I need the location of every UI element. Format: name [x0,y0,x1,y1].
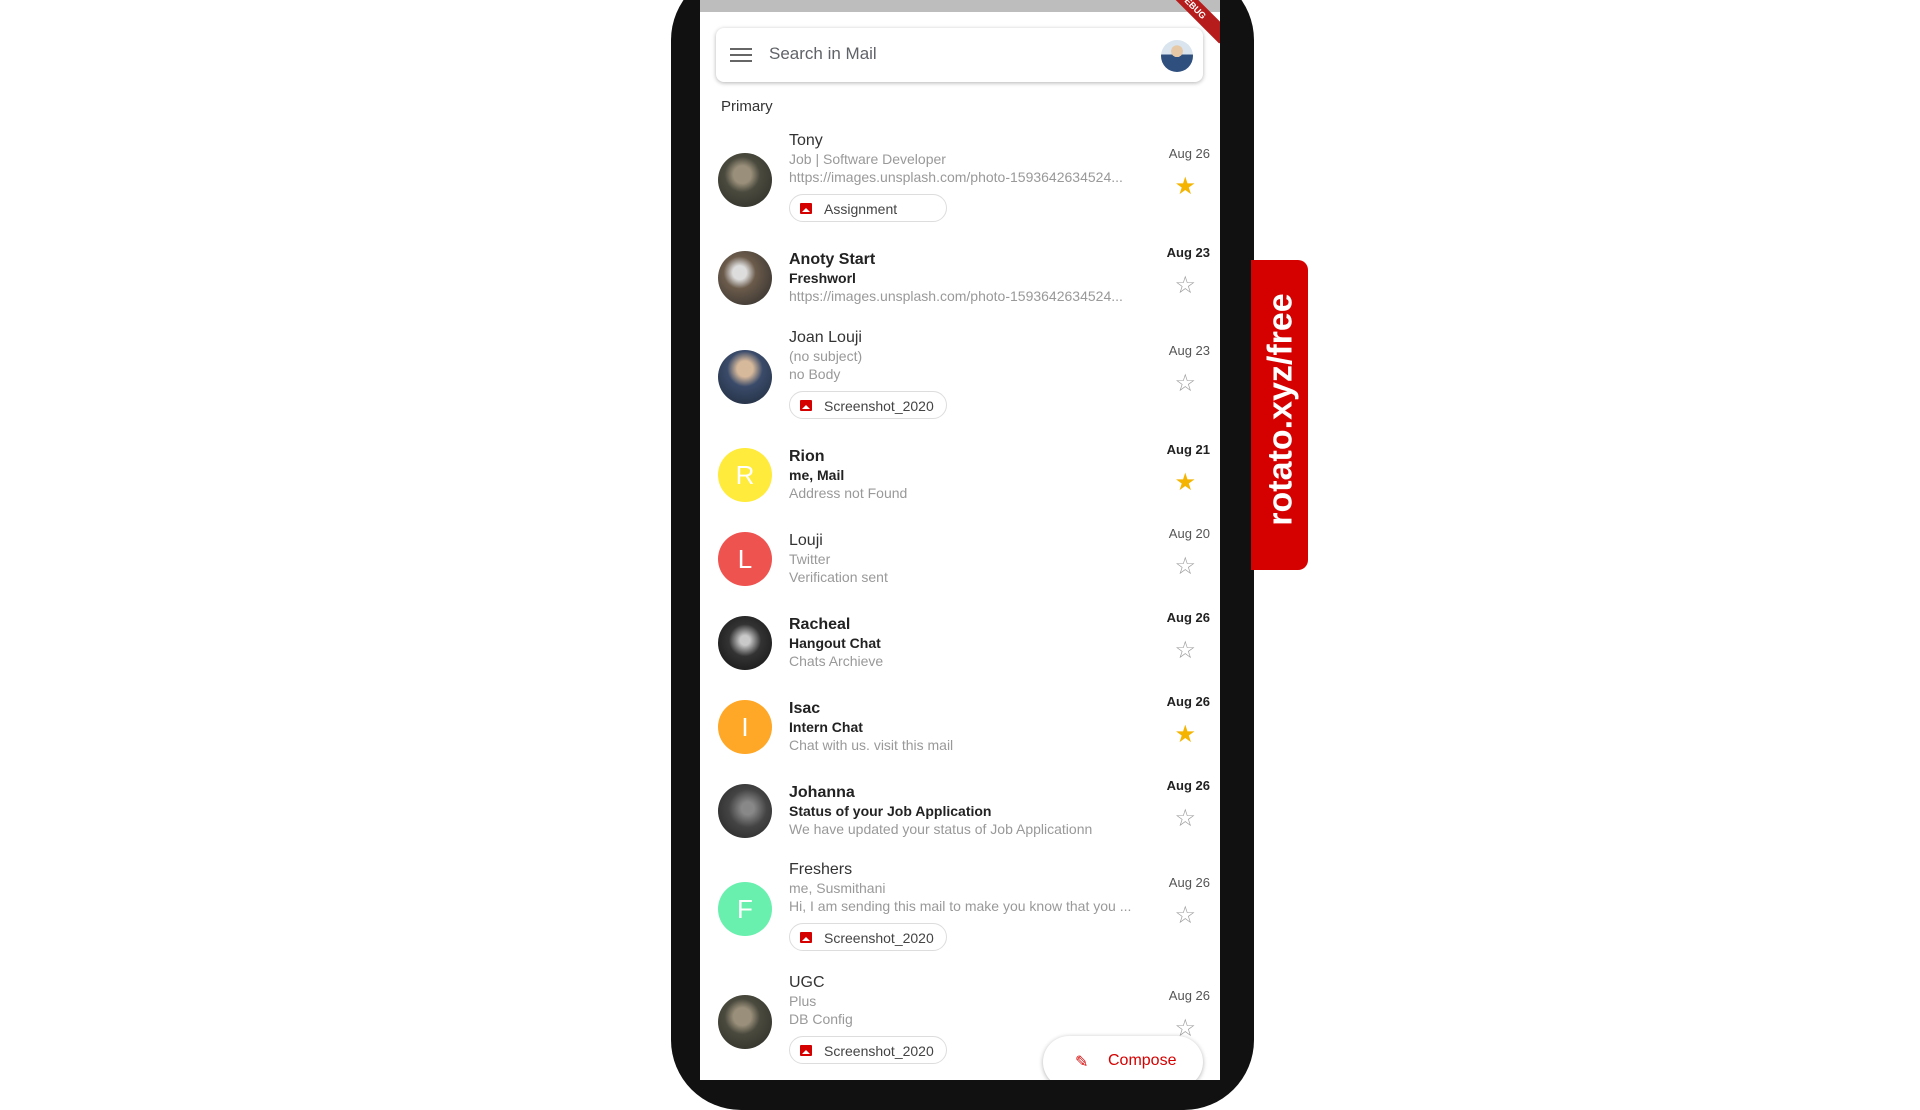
mail-snippet: Hi, I am sending this mail to make you k… [789,898,1132,914]
mail-subject: Status of your Job Application [789,803,992,819]
attachment-label: Assignment [824,201,898,217]
sender-avatar: L [718,532,772,586]
mail-sender: Anoty Start [789,251,876,268]
mail-item[interactable]: R Rion me, Mail Address not Found Aug 21… [700,442,1220,526]
mail-item[interactable]: Joan Louji (no subject) no Body Screensh… [700,327,1220,432]
image-icon [800,400,812,411]
sender-avatar [718,251,772,305]
sender-avatar [718,995,772,1049]
star-icon[interactable]: ☆ [1174,274,1196,298]
rotato-watermark-tag[interactable]: rotato.xyz/free [1251,260,1308,570]
star-icon[interactable]: ☆ [1174,639,1196,663]
mail-sender: Louji [789,532,823,549]
mail-date: Aug 26 [1166,610,1210,625]
mail-item[interactable]: F Freshers me, Susmithani Hi, I am sendi… [700,859,1220,964]
mail-item[interactable]: Racheal Hangout Chat Chats Archieve Aug … [700,610,1220,694]
mail-subject: Hangout Chat [789,635,881,651]
mail-snippet: no Body [789,366,841,382]
mail-item[interactable]: Anoty Start Freshworl https://images.uns… [700,245,1220,329]
attachment-label: Screenshot_2020 [824,398,934,414]
pencil-icon: ✎ [1075,1054,1089,1071]
image-icon [800,203,812,214]
mail-snippet: https://images.unsplash.com/photo-159364… [789,288,1123,304]
attachment-label: Screenshot_2020 [824,930,934,946]
image-icon [800,932,812,943]
mail-snippet: Address not Found [789,485,908,501]
star-icon[interactable]: ☆ [1174,555,1196,579]
mail-date: Aug 26 [1168,146,1210,161]
mail-snippet: Verification sent [789,569,888,585]
attachment-chip[interactable]: Assignment [789,194,947,222]
compose-button[interactable]: ✎ Compose [1043,1036,1203,1080]
mail-subject: Intern Chat [789,719,863,735]
mail-snippet: Chats Archieve [789,653,884,669]
sender-avatar [718,350,772,404]
mail-list: Tony Job | Software Developer https://im… [700,0,1220,1080]
rotato-watermark-text: rotato.xyz/free [1261,293,1300,526]
mail-subject: me, Mail [789,467,845,483]
mail-subject: Twitter [789,551,831,567]
mail-date: Aug 23 [1168,343,1210,358]
mail-date: Aug 20 [1168,526,1210,541]
mail-sender: UGC [789,974,825,991]
sender-avatar [718,784,772,838]
attachment-label: Screenshot_2020 [824,1043,934,1059]
mail-date: Aug 26 [1168,988,1210,1003]
mail-date: Aug 21 [1166,442,1210,457]
mail-item[interactable]: Tony Job | Software Developer https://im… [700,130,1220,235]
image-icon [800,1045,812,1056]
mail-date: Aug 26 [1168,875,1210,890]
mail-snippet: https://images.unsplash.com/photo-159364… [789,169,1123,185]
mail-date: Aug 23 [1166,245,1210,260]
attachment-chip[interactable]: Screenshot_2020 [789,923,947,951]
mail-subject: me, Susmithani [789,880,886,896]
attachment-chip[interactable]: Screenshot_2020 [789,391,947,419]
mail-snippet: We have updated your status of Job Appli… [789,821,1093,837]
mail-sender: Tony [789,132,823,149]
star-icon[interactable]: ☆ [1174,807,1196,831]
sender-avatar [718,153,772,207]
sender-avatar [718,616,772,670]
mail-item[interactable]: Johanna Status of your Job Application W… [700,778,1220,862]
mail-sender: Joan Louji [789,329,862,346]
mail-subject: Plus [789,993,817,1009]
compose-label: Compose [1108,1052,1177,1069]
mail-subject: Freshworl [789,270,856,286]
mail-sender: Freshers [789,861,853,878]
mail-date: Aug 26 [1166,778,1210,793]
star-icon[interactable]: ☆ [1174,372,1196,396]
star-icon[interactable]: ☆ [1174,904,1196,928]
star-icon[interactable]: ★ [1174,471,1196,495]
mail-item[interactable]: L Louji Twitter Verification sent Aug 20… [700,526,1220,610]
star-icon[interactable]: ★ [1174,723,1196,747]
sender-avatar: I [718,700,772,754]
mail-sender: Racheal [789,616,851,633]
mail-subject: Job | Software Developer [789,151,946,167]
attachment-chip[interactable]: Screenshot_2020 [789,1036,947,1064]
mail-snippet: Chat with us. visit this mail [789,737,954,753]
phone-screen: DEBUG Search in Mail Primary Tony Job | … [700,0,1220,1080]
mail-subject: (no subject) [789,348,863,364]
mail-date: Aug 26 [1166,694,1210,709]
mail-snippet: DB Config [789,1011,853,1027]
mail-sender: Isac [789,700,821,717]
star-icon[interactable]: ★ [1174,175,1196,199]
mail-sender: Johanna [789,784,855,801]
mail-sender: Rion [789,448,825,465]
sender-avatar: F [718,882,772,936]
sender-avatar: R [718,448,772,502]
mail-item[interactable]: I Isac Intern Chat Chat with us. visit t… [700,694,1220,778]
